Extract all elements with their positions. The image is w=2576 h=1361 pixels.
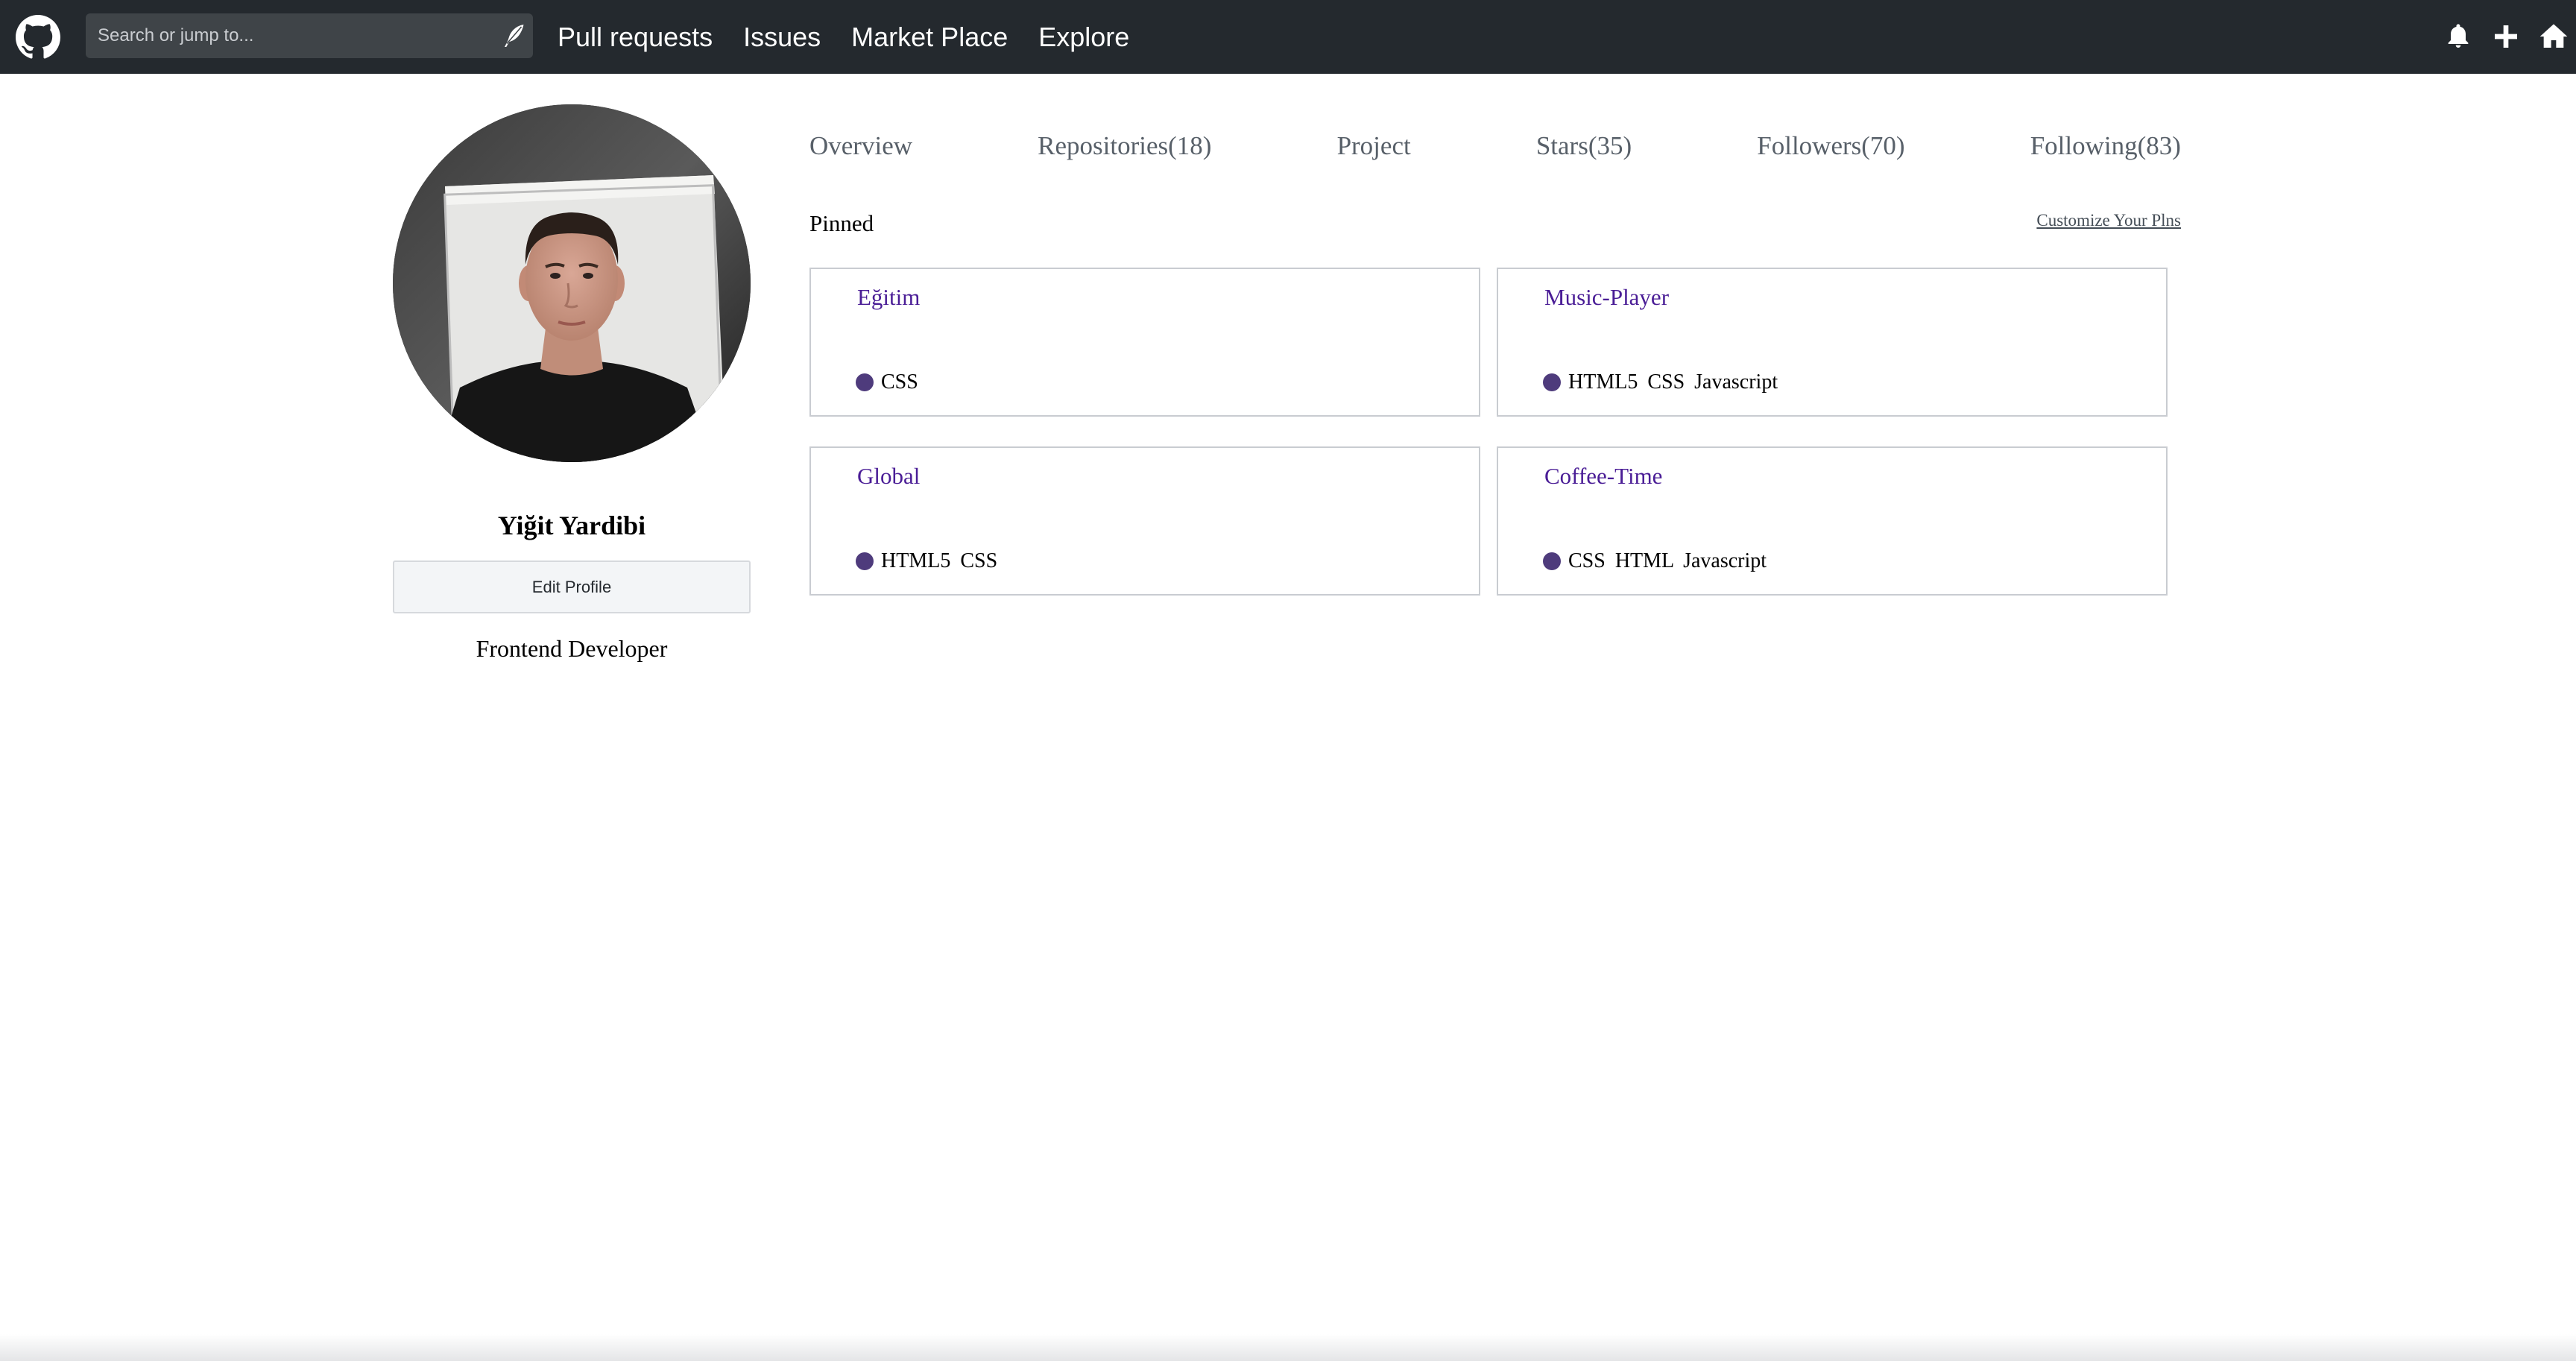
avatar-photo bbox=[393, 104, 751, 462]
repo-language-text: CSS bbox=[881, 370, 918, 394]
repo-languages: CSS bbox=[856, 370, 918, 394]
pinned-repos-grid: Eğitim CSS Music-Player HTML5 CSS Javasc… bbox=[809, 268, 2168, 596]
bottom-shadow bbox=[0, 1334, 2576, 1361]
feather-icon[interactable] bbox=[500, 22, 527, 49]
home-icon[interactable] bbox=[2539, 22, 2569, 51]
tab-stars[interactable]: Stars(35) bbox=[1536, 131, 1632, 161]
tab-project[interactable]: Project bbox=[1337, 131, 1411, 161]
plus-icon[interactable] bbox=[2491, 22, 2521, 51]
avatar[interactable] bbox=[393, 104, 751, 462]
tab-overview[interactable]: Overview bbox=[809, 131, 912, 161]
repo-card[interactable]: Music-Player HTML5 CSS Javascript bbox=[1497, 268, 2168, 417]
repo-card[interactable]: Eğitim CSS bbox=[809, 268, 1480, 417]
profile-bio: Frontend Developer bbox=[476, 635, 668, 662]
repo-language-text: HTML5 CSS bbox=[881, 549, 998, 572]
search-input[interactable] bbox=[86, 13, 488, 58]
nav-explore[interactable]: Explore bbox=[1038, 22, 1129, 53]
repo-languages: HTML5 CSS bbox=[856, 549, 997, 573]
repo-languages: CSS HTML Javascript bbox=[1543, 549, 1767, 573]
repo-title[interactable]: Eğitim bbox=[857, 284, 920, 311]
top-nav: Pull requests Issues Market Place Explor… bbox=[558, 0, 1160, 74]
github-logo-icon[interactable] bbox=[16, 15, 60, 60]
language-dot-icon bbox=[1543, 552, 1561, 570]
repo-card[interactable]: Global HTML5 CSS bbox=[809, 446, 1480, 596]
repo-languages: HTML5 CSS Javascript bbox=[1543, 370, 1778, 394]
tab-followers[interactable]: Followers(70) bbox=[1757, 131, 1904, 161]
top-navigation-bar: Pull requests Issues Market Place Explor… bbox=[0, 0, 2576, 74]
repo-card[interactable]: Coffee-Time CSS HTML Javascript bbox=[1497, 446, 2168, 596]
nav-market-place[interactable]: Market Place bbox=[851, 22, 1008, 53]
repo-title[interactable]: Music-Player bbox=[1544, 284, 1669, 311]
language-dot-icon bbox=[856, 373, 874, 391]
repo-language-text: HTML5 CSS Javascript bbox=[1568, 370, 1778, 394]
bell-icon[interactable] bbox=[2443, 22, 2473, 51]
profile-tabs: Overview Repositories(18) Project Stars(… bbox=[809, 131, 2181, 161]
repo-title[interactable]: Global bbox=[857, 463, 920, 490]
tab-following[interactable]: Following(83) bbox=[2030, 131, 2181, 161]
language-dot-icon bbox=[856, 552, 874, 570]
repo-language-text: CSS HTML Javascript bbox=[1568, 549, 1767, 572]
pinned-heading: Pinned bbox=[809, 210, 874, 236]
tab-repositories[interactable]: Repositories(18) bbox=[1038, 131, 1211, 161]
language-dot-icon bbox=[1543, 373, 1561, 391]
customize-pins-link[interactable]: Customize Your Plns bbox=[2036, 211, 2181, 230]
top-right-icons bbox=[2425, 20, 2569, 53]
edit-profile-button[interactable]: Edit Profile bbox=[393, 560, 751, 613]
nav-pull-requests[interactable]: Pull requests bbox=[558, 22, 713, 53]
profile-name: Yiğit Yardibi bbox=[497, 511, 646, 540]
repo-title[interactable]: Coffee-Time bbox=[1544, 463, 1662, 490]
search-box bbox=[86, 13, 533, 58]
nav-issues[interactable]: Issues bbox=[743, 22, 821, 53]
